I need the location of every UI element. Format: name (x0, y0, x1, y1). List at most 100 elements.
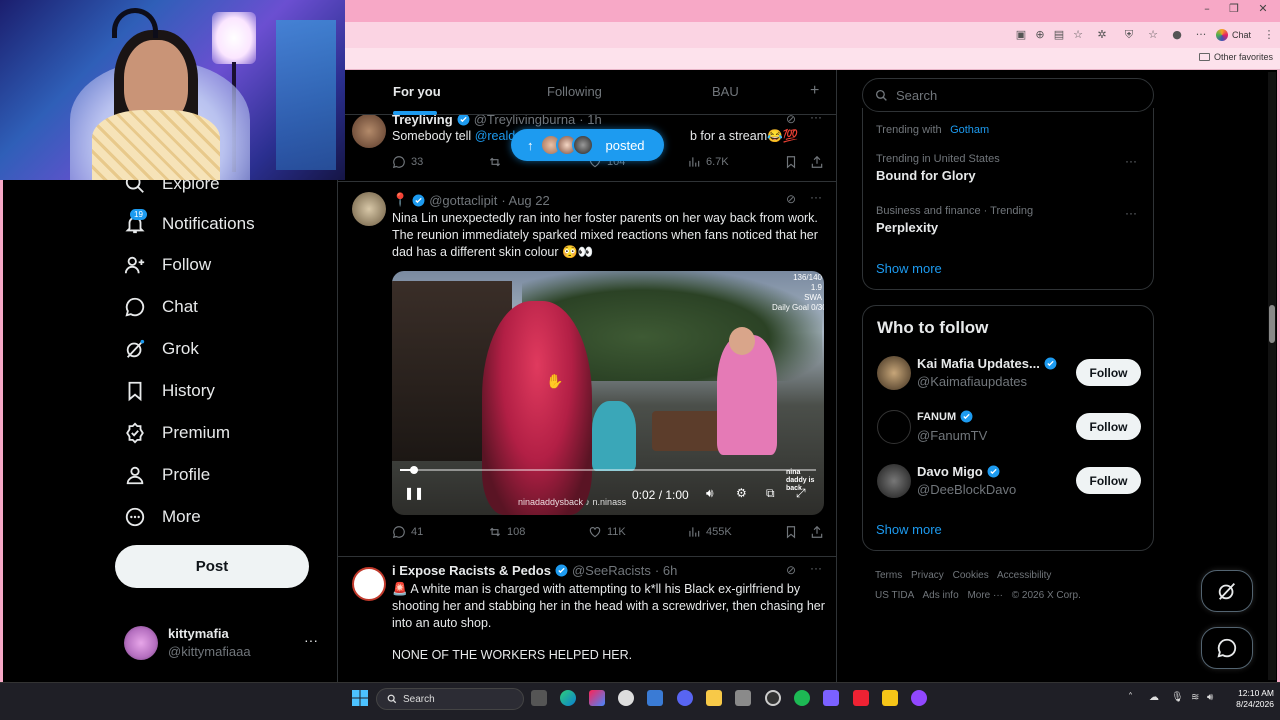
discord-icon[interactable] (677, 690, 693, 706)
nav-history[interactable]: History (124, 376, 215, 406)
tweet-time[interactable]: · 6h (655, 563, 677, 578)
shield-icon[interactable]: ⛨ (1122, 28, 1136, 42)
pip-icon[interactable]: ⧉ (766, 486, 775, 501)
tweet-author-name[interactable]: 📍 (392, 192, 408, 208)
trends-show-more[interactable]: Show more (876, 261, 942, 276)
collections-icon[interactable]: ☆ (1146, 28, 1160, 42)
extensions-icon[interactable]: ✲ (1095, 28, 1109, 42)
volume-icon[interactable]: 🔊︎ (1207, 692, 1213, 703)
video-player[interactable]: 136/140 1.9 SWA Daily Goal 0/30 ✋ ❚❚ 0:0… (392, 271, 824, 515)
microphone-icon[interactable]: 🎙︎ (1171, 692, 1184, 703)
footer-link[interactable]: US TIDA (875, 590, 914, 601)
other-favorites[interactable]: Other favorites (1199, 52, 1273, 62)
views-button[interactable]: 6.7K (687, 155, 729, 169)
tweet[interactable]: 📍 @gottaclipit · Aug 22 ⊘ ··· Nina Lin u… (338, 182, 836, 557)
footer-link[interactable]: Privacy (911, 570, 944, 581)
like-button[interactable]: 11K (588, 525, 626, 539)
video-progress-knob[interactable] (410, 466, 418, 474)
who-to-follow-show-more[interactable]: Show more (876, 522, 942, 537)
wifi-icon[interactable]: ≋ (1191, 692, 1199, 703)
app-icon[interactable] (735, 690, 751, 706)
close-button[interactable]: ✕ (1248, 2, 1278, 18)
footer-link[interactable]: Accessibility (997, 570, 1051, 581)
taskbar-search[interactable]: Search (376, 688, 524, 710)
grok-analyze-icon[interactable]: ⊘ (786, 192, 796, 206)
spotify-icon[interactable] (794, 690, 810, 706)
tweet-more-icon[interactable]: ··· (810, 190, 822, 204)
app-icon[interactable] (853, 690, 869, 706)
page-scrollbar[interactable] (1268, 72, 1276, 680)
tweet-more-icon[interactable]: ··· (810, 561, 822, 575)
share-button[interactable] (810, 155, 824, 169)
trend-item[interactable]: Trending with Gotham (876, 120, 989, 138)
views-button[interactable]: 455K (687, 525, 732, 539)
trend-link[interactable]: Gotham (950, 124, 989, 136)
trend-more-icon[interactable]: ··· (1125, 154, 1137, 168)
tweet[interactable]: i Expose Racists & Pedos @SeeRacists · 6… (338, 557, 836, 682)
taskbar-clock[interactable]: 12:10 AM 8/24/2026 (1222, 688, 1274, 710)
copilot-chat-button[interactable]: Chat (1216, 26, 1251, 44)
windows-start-icon[interactable] (352, 690, 368, 706)
reply-button[interactable]: 41 (392, 525, 423, 539)
footer-link[interactable]: Cookies (953, 570, 989, 581)
sidebar-toggle-icon[interactable]: ⋮ (1262, 28, 1276, 42)
suggested-user-name[interactable]: FANUM (917, 410, 973, 423)
reader-icon[interactable]: ▣ (1014, 28, 1028, 42)
copilot-app-icon[interactable] (589, 690, 605, 706)
add-tab-button[interactable]: + (810, 82, 819, 100)
follow-button[interactable]: Follow (1076, 359, 1141, 386)
bookmark-button[interactable] (784, 525, 798, 539)
nav-more[interactable]: More (124, 502, 201, 532)
obs-icon[interactable] (765, 690, 781, 706)
account-switcher[interactable]: kittymafia @kittymafiaaa ··· (124, 624, 324, 664)
bookmark-button[interactable] (784, 155, 798, 169)
search-input[interactable]: Search (862, 78, 1154, 112)
profile-icon[interactable]: ● (1170, 28, 1184, 42)
nav-chat[interactable]: Chat (124, 292, 198, 322)
repost-button[interactable] (488, 155, 502, 169)
nav-grok[interactable]: Grok (124, 334, 199, 364)
tab-bau[interactable]: BAU (712, 84, 739, 99)
read-aloud-icon[interactable]: ▤ (1052, 28, 1066, 42)
post-button[interactable]: Post (115, 545, 309, 588)
footer-link[interactable]: Ads info (923, 590, 959, 601)
tweet-mention[interactable]: @reald (475, 129, 516, 143)
share-button[interactable] (810, 525, 824, 539)
store-icon[interactable] (647, 690, 663, 706)
zoom-icon[interactable]: ⊕ (1033, 28, 1047, 42)
tweet-author-handle[interactable]: @gottaclipit (429, 193, 497, 208)
onedrive-icon[interactable]: ☁ (1149, 692, 1159, 703)
nav-follow[interactable]: Follow (124, 250, 211, 280)
app-icon[interactable] (618, 690, 634, 706)
avatar[interactable] (877, 464, 911, 498)
settings-more-icon[interactable]: ··· (1194, 28, 1208, 42)
nav-profile[interactable]: Profile (124, 460, 210, 490)
tweet-avatar[interactable] (352, 192, 386, 226)
tweet-author-name[interactable]: i Expose Racists & Pedos (392, 563, 551, 578)
tab-for-you[interactable]: For you (393, 84, 441, 99)
favorite-star-icon[interactable]: ☆ (1071, 28, 1085, 42)
repost-button[interactable]: 108 (488, 525, 525, 539)
nav-premium[interactable]: Premium (124, 418, 230, 448)
trend-more-icon[interactable]: ··· (1125, 206, 1137, 220)
video-progress-track[interactable] (400, 469, 816, 471)
app-icon[interactable] (823, 690, 839, 706)
tray-chevron-icon[interactable]: ˄ (1128, 692, 1133, 703)
file-explorer-icon[interactable] (706, 690, 722, 706)
tweet-avatar[interactable] (352, 114, 386, 148)
edge-icon[interactable] (560, 690, 576, 706)
reply-button[interactable]: 33 (392, 155, 423, 169)
avatar[interactable] (877, 356, 911, 390)
settings-gear-icon[interactable]: ⚙ (736, 486, 747, 500)
minimize-button[interactable]: – (1192, 2, 1222, 18)
follow-button[interactable]: Follow (1076, 467, 1141, 494)
tweet-author-handle[interactable]: @SeeRacists (572, 563, 651, 578)
restore-button[interactable]: ❐ (1219, 2, 1249, 18)
tweet-time[interactable]: · Aug 22 (501, 193, 549, 208)
suggested-user-name[interactable]: Davo Migo (917, 464, 1000, 479)
suggested-user-name[interactable]: Kai Mafia Updates... (917, 356, 1057, 371)
messages-float-button[interactable] (1201, 627, 1253, 669)
grok-float-button[interactable] (1201, 570, 1253, 612)
grok-analyze-icon[interactable]: ⊘ (786, 563, 796, 577)
tweet-avatar[interactable] (352, 567, 386, 601)
